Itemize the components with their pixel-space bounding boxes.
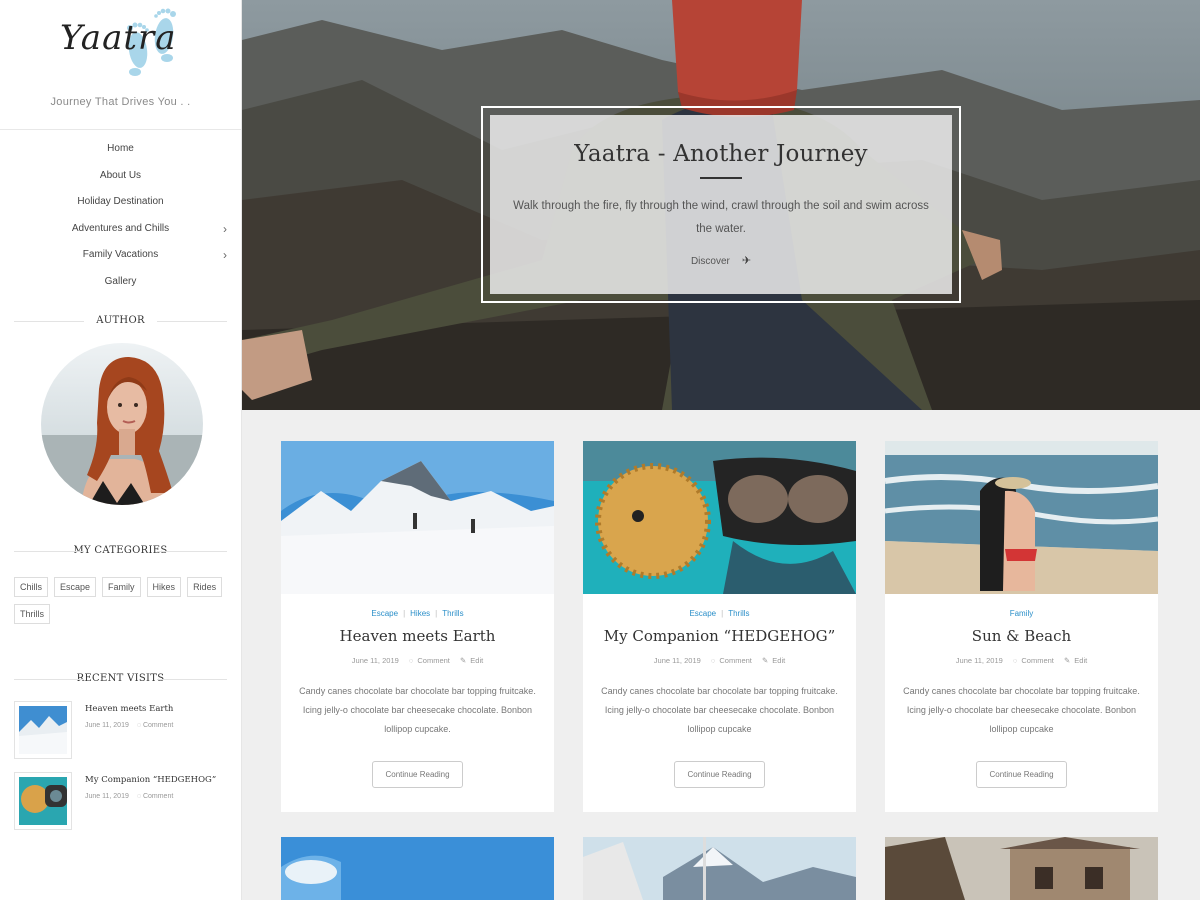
- sidebar: Yaatra Journey That Drives You . . Home …: [0, 0, 242, 900]
- menu-item-label: Holiday Destination: [77, 196, 164, 208]
- post-meta: June 11, 2019 ◌ Comment ✎ Edit: [885, 656, 1158, 665]
- recent-visit-item[interactable]: My Companion “HEDGEHOG” June 11, 2019 ◌ …: [14, 772, 229, 830]
- post-edit-link[interactable]: Edit: [1074, 656, 1087, 665]
- post-edit-link[interactable]: Edit: [470, 656, 483, 665]
- comment-icon: ◌: [710, 656, 716, 665]
- menu-item-label: Family Vacations: [82, 249, 159, 261]
- post-featured-image[interactable]: [885, 837, 1158, 900]
- category-tag-family[interactable]: Family: [102, 577, 141, 597]
- post-categories: Escape | Hikes | Thrills: [371, 609, 464, 618]
- hero-caption: Yaatra - Another Journey Walk through th…: [490, 115, 952, 294]
- discover-button-label: Discover: [690, 256, 730, 267]
- post-card: Family Sun & Beach June 11, 2019 ◌ Commen…: [885, 441, 1158, 812]
- recent-visit-thumbnail[interactable]: [14, 772, 72, 830]
- post-category-link[interactable]: Escape: [371, 609, 398, 618]
- post-meta: June 11, 2019 ◌ Comment ✎ Edit: [583, 656, 856, 665]
- category-tags: Chills Escape Family Hikes Rides Thrills: [14, 577, 229, 631]
- recent-visit-date[interactable]: June 11, 2019: [85, 722, 129, 729]
- continue-reading-button[interactable]: Continue Reading: [674, 761, 765, 788]
- plane-icon: ✈: [741, 255, 752, 267]
- comment-icon: ◌: [136, 793, 141, 800]
- menu-item-label: About Us: [99, 169, 142, 181]
- post-date[interactable]: June 11, 2019: [654, 656, 701, 665]
- post-category-link[interactable]: Family: [1010, 609, 1034, 618]
- hero-divider: [700, 177, 742, 179]
- comment-icon: ◌: [408, 656, 414, 665]
- post-title[interactable]: My Companion “HEDGEHOG”: [583, 627, 856, 645]
- menu-item-family-vacations[interactable]: Family Vacations ›: [0, 242, 241, 269]
- recent-visit-comment-link[interactable]: Comment: [143, 722, 173, 729]
- post-featured-image[interactable]: [583, 837, 856, 900]
- post-featured-image[interactable]: [583, 441, 856, 594]
- continue-reading-button[interactable]: Continue Reading: [976, 761, 1067, 788]
- post-featured-image[interactable]: [281, 837, 554, 900]
- post-categories: Escape | Thrills: [689, 609, 750, 618]
- author-widget-title: AUTHOR: [14, 315, 227, 326]
- post-date[interactable]: June 11, 2019: [352, 656, 399, 665]
- post-card: Escape | Thrills My Companion “HEDGEHOG” J…: [583, 441, 856, 812]
- menu-item-adventures-and-chills[interactable]: Adventures and Chills ›: [0, 216, 241, 243]
- site-tagline: Journey That Drives You . .: [50, 96, 191, 108]
- site-logo-text[interactable]: Yaatra: [60, 18, 177, 58]
- post-categories: Family: [885, 609, 1158, 618]
- post-comment-link[interactable]: Comment: [1021, 656, 1054, 665]
- recent-visit-meta: June 11, 2019 ◌ Comment: [85, 793, 173, 800]
- menu-item-label: Adventures and Chills: [71, 222, 170, 234]
- recent-visit-item[interactable]: Heaven meets Earth June 11, 2019 ◌ Comme…: [14, 701, 229, 759]
- menu-item-label: Gallery: [104, 275, 137, 287]
- recent-visit-title[interactable]: My Companion “HEDGEHOG”: [85, 775, 216, 785]
- recent-visit-title[interactable]: Heaven meets Earth: [85, 704, 173, 714]
- post-featured-image[interactable]: [281, 441, 554, 594]
- post-comment-link[interactable]: Comment: [719, 656, 752, 665]
- post-category-link[interactable]: Escape: [689, 609, 716, 618]
- menu-item-about-us[interactable]: About Us: [0, 163, 241, 190]
- continue-reading-button[interactable]: Continue Reading: [372, 761, 463, 788]
- post-title[interactable]: Heaven meets Earth: [281, 627, 554, 645]
- post-excerpt: Candy canes chocolate bar chocolate bar …: [903, 686, 1140, 734]
- category-tag-rides[interactable]: Rides: [187, 577, 223, 597]
- hero-description: Walk through the fire, fly through the w…: [513, 200, 929, 235]
- post-date[interactable]: June 11, 2019: [956, 656, 1003, 665]
- category-tag-hikes[interactable]: Hikes: [146, 577, 182, 597]
- recent-visit-comment-link[interactable]: Comment: [143, 793, 173, 800]
- post-category-link[interactable]: Thrills: [728, 609, 749, 618]
- post-card: Escape | Hikes | Thrills Heaven meets Earth …: [281, 441, 554, 812]
- category-tag-thrills[interactable]: Thrills: [14, 604, 50, 624]
- post-category-link[interactable]: Hikes: [410, 609, 430, 618]
- menu-item-holiday-destination[interactable]: Holiday Destination: [0, 189, 241, 216]
- hero-banner: Yaatra - Another Journey Walk through th…: [242, 0, 1200, 410]
- recent-visit-meta: June 11, 2019 ◌ Comment: [85, 722, 173, 729]
- edit-icon: ✎: [1063, 656, 1071, 665]
- menu-item-gallery[interactable]: Gallery: [0, 269, 241, 296]
- post-title[interactable]: Sun & Beach: [885, 627, 1158, 645]
- post-comment-link[interactable]: Comment: [417, 656, 450, 665]
- post-category-link[interactable]: Thrills: [442, 609, 463, 618]
- edit-icon: ✎: [459, 656, 467, 665]
- categories-widget-title: MY CATEGORIES: [14, 545, 227, 556]
- comment-icon: ◌: [1012, 656, 1018, 665]
- edit-icon: ✎: [761, 656, 769, 665]
- comment-icon: ◌: [136, 722, 141, 729]
- recent-visit-date[interactable]: June 11, 2019: [85, 793, 129, 800]
- category-tag-escape[interactable]: Escape: [54, 577, 97, 597]
- category-tag-chills[interactable]: Chills: [14, 577, 49, 597]
- post-meta: June 11, 2019 ◌ Comment ✎ Edit: [281, 656, 554, 665]
- chevron-right-icon[interactable]: ›: [223, 216, 227, 243]
- recent-visit-thumbnail[interactable]: [14, 701, 72, 759]
- post-excerpt: Candy canes chocolate bar chocolate bar …: [601, 686, 838, 734]
- site-branding[interactable]: Yaatra Journey That Drives You . .: [0, 0, 241, 130]
- menu-item-label: Home: [107, 143, 134, 154]
- hero-caption-frame: Yaatra - Another Journey Walk through th…: [481, 106, 961, 303]
- recent-visits-widget-title: RECENT VISITS: [14, 673, 227, 684]
- main-menu: Home About Us Holiday Destination Advent…: [0, 130, 241, 296]
- chevron-right-icon[interactable]: ›: [223, 242, 227, 269]
- author-avatar: [41, 343, 203, 505]
- post-edit-link[interactable]: Edit: [772, 656, 785, 665]
- discover-button[interactable]: Discover ✈: [691, 254, 751, 267]
- post-featured-image[interactable]: [885, 441, 1158, 594]
- hero-title: Yaatra - Another Journey: [574, 141, 868, 167]
- post-excerpt: Candy canes chocolate bar chocolate bar …: [299, 686, 536, 734]
- menu-item-home[interactable]: Home: [0, 136, 241, 163]
